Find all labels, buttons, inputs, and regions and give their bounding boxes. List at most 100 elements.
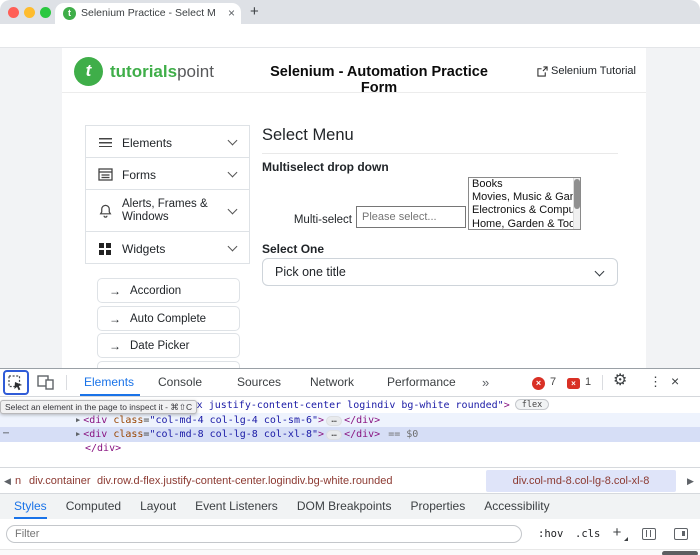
- window-minimize-button[interactable]: [24, 7, 35, 18]
- multiselect-title: Multiselect drop down: [262, 160, 389, 174]
- select-one-value: Pick one title: [275, 265, 346, 279]
- bell-icon: [98, 203, 113, 219]
- horizontal-scrollbar-thumb[interactable]: [662, 551, 698, 555]
- styles-filter-input[interactable]: [6, 525, 522, 543]
- tab-favicon-icon: t: [63, 7, 76, 20]
- arrow-right-icon: →: [109, 339, 121, 353]
- sidebar-item-alerts-frames-windows[interactable]: Alerts, Frames & Windows: [85, 189, 250, 232]
- window-zoom-button[interactable]: [40, 7, 51, 18]
- expand-children-pill[interactable]: …: [326, 430, 342, 440]
- breadcrumb-item[interactable]: div.row.d-flex.justify-content-center.lo…: [97, 468, 393, 494]
- selected-tab-underline: [80, 394, 140, 396]
- styles-filter-bar: :hov .cls +: [0, 519, 700, 549]
- page-viewport: t tutorialspoint Selenium - Automation P…: [0, 48, 700, 368]
- hamburger-icon: [99, 138, 112, 147]
- dom-node-row[interactable]: ▶<divclass="col-md-4 col-lg-4 col-sm-6">…: [0, 413, 700, 428]
- devtools-tab-network[interactable]: Network: [310, 369, 354, 396]
- inspect-element-button[interactable]: [3, 370, 29, 395]
- tab-properties[interactable]: Properties: [411, 494, 466, 519]
- device-toolbar-icon[interactable]: [37, 375, 54, 390]
- tutorialspoint-logo[interactable]: t: [74, 57, 103, 86]
- header-divider: [62, 92, 646, 93]
- console-reference: == $0: [388, 429, 418, 440]
- multiselect-label: Multi-select: [288, 214, 352, 226]
- collapse-sidebar-icon[interactable]: [674, 528, 688, 540]
- expand-arrow-icon[interactable]: ▶: [76, 430, 80, 438]
- sidebar-link-slider[interactable]: → Slider: [97, 361, 240, 368]
- devtools-tab-console[interactable]: Console: [158, 369, 202, 396]
- tab-styles[interactable]: Styles: [14, 494, 47, 519]
- toolbar-divider: [66, 375, 67, 390]
- tab-event-listeners[interactable]: Event Listeners: [195, 494, 278, 519]
- scrollbar-thumb[interactable]: [574, 179, 580, 209]
- tab-computed[interactable]: Computed: [66, 494, 121, 519]
- brand-light: point: [177, 62, 214, 81]
- error-count[interactable]: 7: [550, 376, 556, 388]
- toolbar: ← → ↻ tutorialspoint.com/selenium/practi…: [0, 24, 700, 48]
- node-more-actions-icon[interactable]: ⋯: [3, 427, 10, 442]
- breadcrumb-scroll-left-icon[interactable]: ◀: [4, 468, 11, 494]
- breadcrumb-clipped[interactable]: n: [15, 468, 21, 494]
- computed-styles-icon[interactable]: [642, 528, 656, 540]
- settings-gear-icon[interactable]: ⚙: [613, 370, 627, 390]
- devtools-menu-icon[interactable]: ⋮: [649, 374, 662, 390]
- sidebar-item-widgets[interactable]: Widgets: [85, 231, 250, 264]
- styles-panel-tabs: Styles Computed Layout Event Listeners D…: [0, 493, 700, 519]
- toolbar-divider: [602, 375, 603, 390]
- tab-dom-breakpoints[interactable]: DOM Breakpoints: [297, 494, 392, 519]
- tab-accessibility[interactable]: Accessibility: [484, 494, 549, 519]
- expand-arrow-icon[interactable]: ▶: [76, 416, 80, 424]
- devtools-close-icon[interactable]: ×: [671, 373, 679, 389]
- arrow-right-icon: →: [109, 312, 121, 326]
- issues-icon[interactable]: ×: [567, 378, 580, 389]
- tab-title: Selenium Practice - Select M: [81, 7, 221, 19]
- sidebar-link-auto-complete[interactable]: → Auto Complete: [97, 306, 240, 331]
- tab-layout[interactable]: Layout: [140, 494, 176, 519]
- breadcrumb-scroll-right-icon[interactable]: ▶: [687, 468, 694, 494]
- chevron-down-icon: [595, 267, 605, 277]
- listbox-option[interactable]: Home, Garden & Tools: [469, 218, 580, 230]
- listbox-option[interactable]: Books: [469, 178, 580, 191]
- form-icon: [98, 168, 113, 181]
- select-one-title: Select One: [262, 242, 324, 256]
- breadcrumb-item[interactable]: div.container: [29, 468, 91, 494]
- devtools-tab-sources[interactable]: Sources: [237, 369, 281, 396]
- section-heading: Select Menu: [262, 126, 354, 145]
- chevron-down-icon: [228, 242, 238, 252]
- select-one-dropdown[interactable]: Pick one title: [262, 258, 618, 286]
- expand-children-pill[interactable]: …: [326, 416, 342, 426]
- devtools-toolbar: Elements Console Sources Network Perform…: [0, 369, 700, 397]
- console-errors-icon[interactable]: ×: [532, 377, 545, 390]
- window-close-button[interactable]: [8, 7, 19, 18]
- toggle-hover-state-button[interactable]: :hov: [538, 519, 563, 549]
- new-tab-button[interactable]: +: [250, 3, 259, 20]
- listbox-scrollbar[interactable]: [573, 178, 580, 230]
- listbox-option[interactable]: Movies, Music & Games: [469, 191, 580, 204]
- devtools-tab-performance[interactable]: Performance: [387, 369, 456, 396]
- chevron-down-icon: [228, 136, 238, 146]
- widgets-grid-icon: [99, 243, 111, 255]
- sidebar-link-date-picker[interactable]: → Date Picker: [97, 333, 240, 358]
- tab-close-icon[interactable]: ×: [228, 6, 235, 20]
- sidebar-item-elements[interactable]: Elements: [85, 125, 250, 158]
- arrow-right-icon: →: [109, 284, 121, 298]
- breadcrumb-item-selected[interactable]: div.col-md-8.col-lg-8.col-xl-8: [486, 470, 676, 492]
- new-style-rule-button[interactable]: +: [609, 522, 625, 544]
- issue-count[interactable]: 1: [585, 376, 591, 388]
- flex-badge[interactable]: flex: [515, 399, 549, 410]
- toggle-class-button[interactable]: .cls: [575, 519, 600, 549]
- browser-tab[interactable]: t Selenium Practice - Select M ×: [55, 3, 241, 24]
- brand-text[interactable]: tutorialspoint: [110, 62, 214, 82]
- dom-node-row-selected[interactable]: ⋯ ▶<divclass="col-md-8 col-lg-8 col-xl-8…: [0, 427, 700, 442]
- dom-node-row[interactable]: </div>: [0, 442, 700, 457]
- devtools-tab-elements[interactable]: Elements: [84, 369, 134, 396]
- selenium-tutorial-link[interactable]: Selenium Tutorial: [551, 65, 636, 77]
- listbox-option[interactable]: Electronics & Computers: [469, 204, 580, 217]
- chevron-down-icon: [228, 168, 238, 178]
- multiselect-input[interactable]: [356, 206, 466, 228]
- more-tabs-icon[interactable]: »: [482, 369, 489, 396]
- sidebar-item-forms[interactable]: Forms: [85, 157, 250, 190]
- multiselect-listbox[interactable]: Books Movies, Music & Games Electronics …: [468, 177, 581, 230]
- dom-breadcrumbs: ◀ n div.container div.row.d-flex.justify…: [0, 467, 700, 493]
- sidebar-link-accordion[interactable]: → Accordion: [97, 278, 240, 303]
